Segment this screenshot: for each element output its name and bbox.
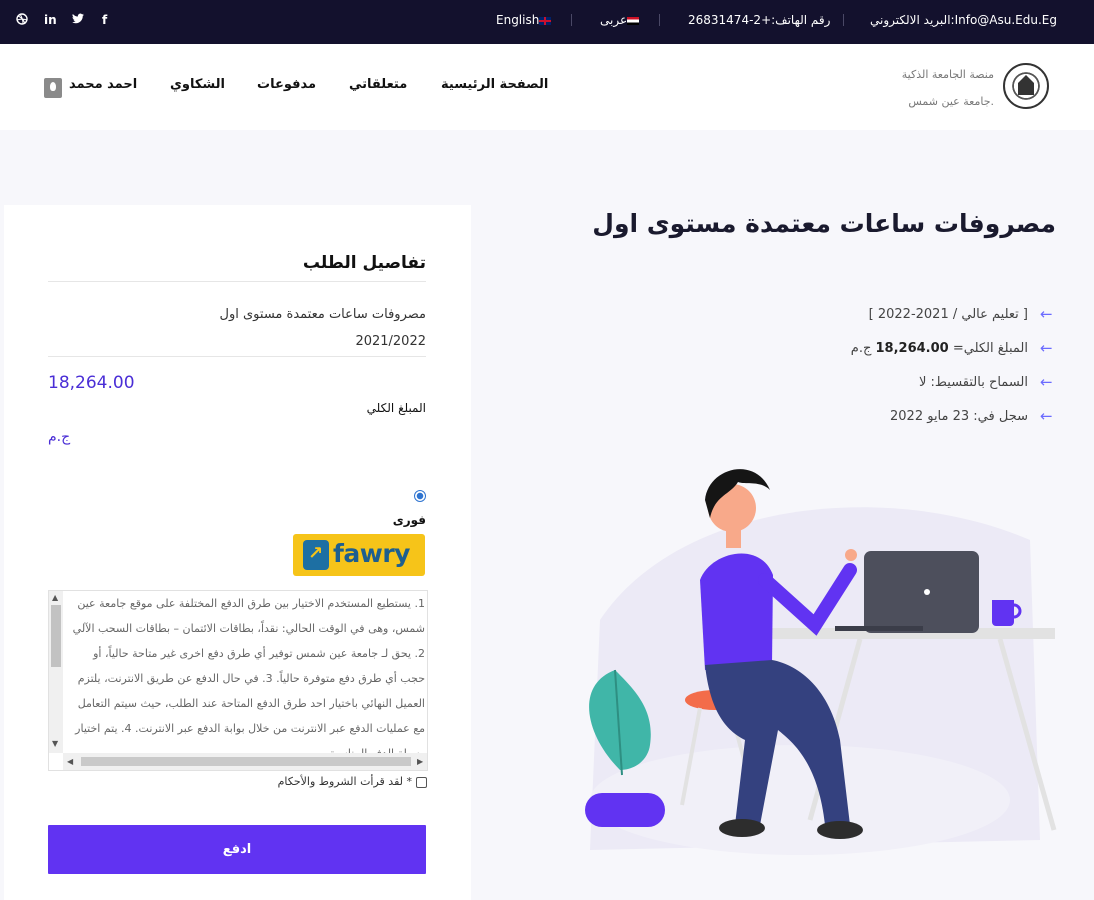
order-amount-label: المبلغ الكلي <box>366 401 426 415</box>
divider <box>48 356 426 357</box>
lang-arabic-label: عربى <box>600 13 628 27</box>
fawry-logo-text: fawry <box>333 539 410 568</box>
terms-textarea[interactable]: 1. يستطيع المستخدم الاختيار بين طرق الدف… <box>48 590 428 771</box>
page-title: مصروفات ساعات معتمدة مستوى اول <box>592 209 1056 238</box>
detail-installments: السماح بالتقسيط: لا <box>919 375 1028 390</box>
lang-arabic[interactable]: عربى <box>600 13 640 27</box>
divider <box>571 14 572 26</box>
user-avatar-icon[interactable] <box>44 78 62 98</box>
detail-total-suffix: ج.م <box>850 341 872 356</box>
nav-user-name[interactable]: احمد محمد <box>69 77 137 92</box>
lang-english-label: English <box>496 13 540 27</box>
terms-checkbox[interactable] <box>416 777 427 788</box>
lang-english[interactable]: English <box>496 13 552 27</box>
fawry-mark-icon <box>303 540 329 570</box>
divider <box>659 14 660 26</box>
pay-button[interactable]: ادفع <box>48 825 426 874</box>
brand-title: منصة الجامعة الذكية <box>901 68 994 81</box>
dribbble-icon[interactable] <box>16 13 28 28</box>
person-at-laptop-illustration <box>585 469 1057 855</box>
fawry-logo[interactable]: fawry <box>293 534 425 576</box>
nav-home[interactable]: الصفحة الرئيسية <box>441 77 548 92</box>
order-amount: 18,264.00 <box>48 373 135 393</box>
brand-subtitle: جامعة عين شمس. <box>908 95 994 108</box>
main-header: منصة الجامعة الذكية جامعة عين شمس. الصفح… <box>0 44 1094 130</box>
egypt-flag-icon <box>627 16 640 25</box>
arrow-left-icon: ← <box>1040 339 1053 357</box>
phone-contact[interactable]: رقم الهاتف:+2-26831474 <box>688 13 830 27</box>
payment-method-label: فورى <box>392 513 426 527</box>
scroll-thumb[interactable] <box>51 605 61 667</box>
arrow-left-icon: ← <box>1040 407 1053 425</box>
facebook-icon[interactable]: f <box>102 13 107 27</box>
detail-total: المبلغ الكلي= 18,264.00 ج.م <box>600 341 1028 356</box>
scroll-down-icon[interactable]: ▼ <box>52 739 58 748</box>
divider <box>48 281 426 282</box>
uk-flag-icon <box>539 16 552 25</box>
terms-text: 1. يستطيع المستخدم الاختيار بين طرق الدف… <box>72 597 425 753</box>
vertical-scrollbar[interactable]: ▲ ▼ <box>49 591 63 753</box>
scroll-thumb[interactable] <box>81 757 411 766</box>
order-currency: ج.م <box>48 429 71 445</box>
university-logo[interactable] <box>1003 63 1049 109</box>
detail-registered-date: سجل في: 23 مايو 2022 <box>890 409 1028 424</box>
nav-payments[interactable]: مدفوعات <box>257 77 316 92</box>
linkedin-icon[interactable]: in <box>44 13 57 27</box>
order-item-name: مصروفات ساعات معتمدة مستوى اول <box>219 307 426 322</box>
divider <box>843 14 844 26</box>
scroll-right-icon[interactable]: ▶ <box>417 757 423 766</box>
arrow-left-icon: ← <box>1040 305 1053 323</box>
detail-total-prefix: المبلغ الكلي= <box>952 341 1028 356</box>
horizontal-scrollbar[interactable]: ◀ ▶ <box>63 753 427 770</box>
scroll-up-icon[interactable]: ▲ <box>52 593 58 602</box>
arrow-left-icon: ← <box>1040 373 1053 391</box>
order-details-title: تفاصيل الطلب <box>302 253 426 273</box>
top-bar: البريد الالكتروني:Info@Asu.Edu.Eg رقم ال… <box>0 0 1094 44</box>
email-contact[interactable]: البريد الالكتروني:Info@Asu.Edu.Eg <box>870 13 1057 27</box>
twitter-icon[interactable] <box>72 13 84 27</box>
scroll-left-icon[interactable]: ◀ <box>67 757 73 766</box>
terms-checkbox-label: لقد قرأت الشروط والأحكام * <box>277 775 412 788</box>
fawry-radio[interactable] <box>414 490 426 502</box>
nav-my-items[interactable]: متعلقاتي <box>349 77 407 92</box>
order-details-panel: تفاصيل الطلب مصروفات ساعات معتمدة مستوى … <box>4 205 471 900</box>
detail-category: [ تعليم عالي / 2021-2022 ] <box>868 307 1028 322</box>
detail-total-value: 18,264.00 <box>875 341 949 356</box>
order-item-year: 2021/2022 <box>355 334 426 349</box>
nav-complaints[interactable]: الشكاوي <box>170 77 225 92</box>
